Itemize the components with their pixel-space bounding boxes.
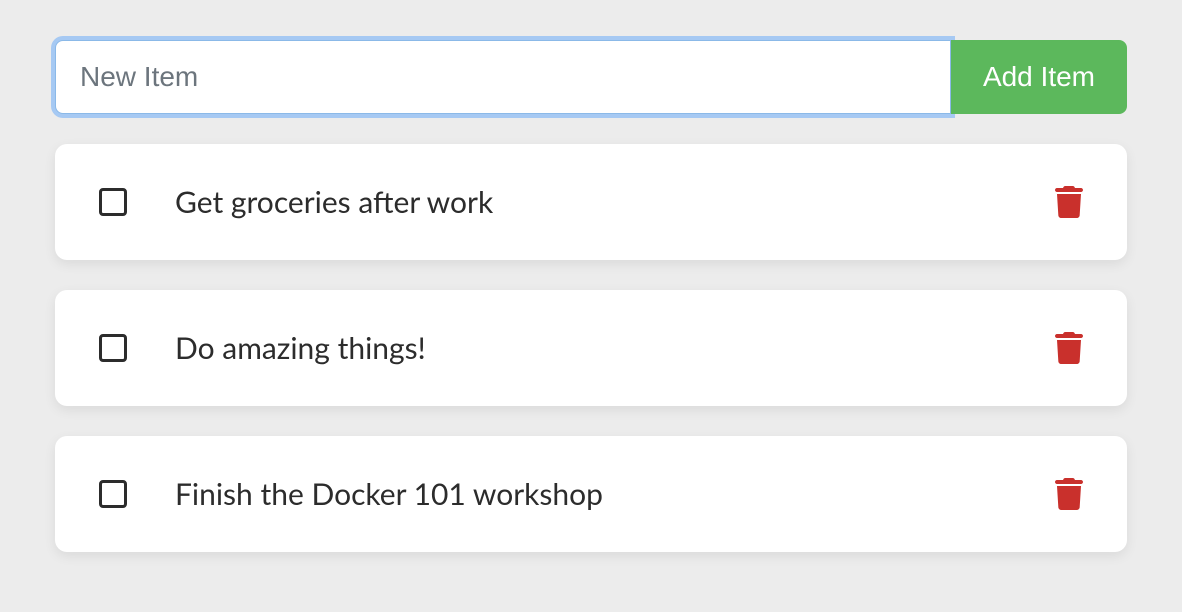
item-label: Do amazing things!	[175, 330, 1055, 366]
item-checkbox[interactable]	[99, 334, 127, 362]
list-item: Finish the Docker 101 workshop	[55, 436, 1127, 552]
item-label: Finish the Docker 101 workshop	[175, 476, 1055, 512]
add-item-form: Add Item	[55, 40, 1127, 114]
trash-icon[interactable]	[1055, 332, 1083, 364]
add-item-button[interactable]: Add Item	[951, 40, 1127, 114]
new-item-input[interactable]	[55, 40, 951, 114]
item-checkbox[interactable]	[99, 480, 127, 508]
list-item: Do amazing things!	[55, 290, 1127, 406]
item-label: Get groceries after work	[175, 184, 1055, 220]
trash-icon[interactable]	[1055, 186, 1083, 218]
list-item: Get groceries after work	[55, 144, 1127, 260]
item-checkbox[interactable]	[99, 188, 127, 216]
trash-icon[interactable]	[1055, 478, 1083, 510]
todo-list: Get groceries after work Do amazing thin…	[55, 144, 1127, 552]
